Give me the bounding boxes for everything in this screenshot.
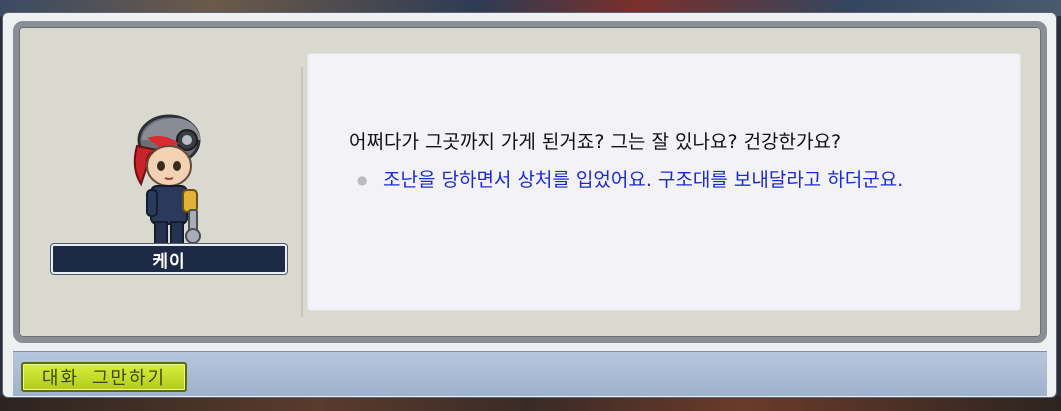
end-chat-button[interactable]: 대화 그만하기 (21, 362, 187, 392)
option-bullet-icon: ● (357, 173, 368, 187)
npc-dialogue-window: 케이 어쩌다가 그곳까지 가게 된거죠? 그는 잘 있나요? 건강한가요? ● 조… (2, 12, 1057, 398)
dialogue-bottom-bar: 대화 그만하기 (13, 351, 1047, 396)
dialogue-option-text: 조난을 당하면서 상처를 입었어요. 구조대를 보내달라고 하더군요. (383, 169, 904, 191)
dialogue-option[interactable]: ● 조난을 당하면서 상처를 입었어요. 구조대를 보내달라고 하더군요. (349, 164, 989, 197)
npc-avatar (133, 114, 201, 245)
dialogue-frame: 케이 어쩌다가 그곳까지 가게 된거죠? 그는 잘 있나요? 건강한가요? ● 조… (13, 21, 1047, 343)
npc-portrait-area: 케이 (25, 33, 287, 323)
panel-divider (301, 67, 303, 317)
game-background-bottom (0, 396, 1061, 411)
npc-nameplate: 케이 (51, 244, 287, 274)
dialogue-text-panel: 어쩌다가 그곳까지 가게 된거죠? 그는 잘 있나요? 건강한가요? ● 조난을 … (307, 53, 1021, 311)
npc-dialogue-line: 어쩌다가 그곳까지 가게 된거죠? 그는 잘 있나요? 건강한가요? (349, 131, 842, 153)
